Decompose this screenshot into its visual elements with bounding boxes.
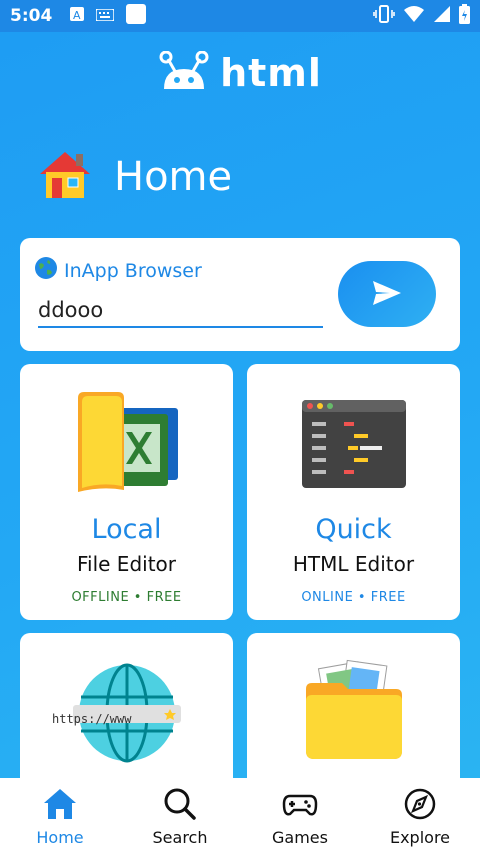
card-tag: ONLINE • FREE	[301, 590, 406, 605]
status-time: 5:04	[10, 6, 53, 26]
image-folder-icon	[302, 659, 406, 769]
square-notification-icon	[126, 3, 147, 29]
house-icon	[38, 150, 92, 204]
compass-icon	[403, 788, 437, 824]
bottom-navigation: Home Search Games Explore	[0, 778, 480, 853]
nav-search[interactable]: Search	[120, 778, 240, 853]
send-button[interactable]	[338, 261, 436, 327]
card-title: Quick	[315, 514, 392, 545]
card-subtitle: File Editor	[76, 552, 176, 576]
nav-home[interactable]: Home	[0, 778, 120, 853]
search-icon	[163, 788, 197, 824]
code-editor-icon	[301, 400, 406, 510]
nav-explore[interactable]: Explore	[360, 778, 480, 853]
vibrate-icon	[373, 4, 395, 28]
signal-icon	[433, 5, 451, 28]
status-right-icons	[373, 3, 470, 29]
gallery-folder-card[interactable]	[247, 633, 460, 793]
robot-logo-icon	[158, 50, 210, 95]
url-art-text: https://www	[52, 712, 132, 726]
battery-icon	[459, 3, 470, 29]
gamepad-icon	[282, 788, 318, 824]
folder-excel-icon	[72, 390, 182, 500]
nav-games[interactable]: Games	[240, 778, 360, 853]
card-tag: OFFLINE • FREE	[71, 590, 182, 605]
brand-name: html	[220, 51, 322, 95]
page-title: Home	[114, 154, 233, 200]
app-notification-icon: A	[70, 6, 85, 26]
send-icon	[372, 280, 402, 309]
web-browser-card[interactable]: https://www	[20, 633, 233, 793]
nav-label: Search	[152, 828, 208, 847]
card-title: Local	[91, 514, 162, 545]
card-subtitle: HTML Editor	[292, 552, 415, 576]
browser-label: InApp Browser	[64, 259, 202, 282]
quick-html-editor-card[interactable]: Quick HTML Editor ONLINE • FREE	[247, 364, 460, 620]
svg-text:A: A	[73, 9, 81, 21]
app-brand: html	[0, 48, 480, 98]
nav-label: Home	[36, 828, 84, 847]
nav-label: Games	[272, 828, 328, 847]
home-icon	[43, 788, 77, 824]
inapp-browser-card: InApp Browser	[20, 238, 460, 351]
url-input[interactable]	[38, 294, 323, 328]
status-bar: 5:04 A	[0, 0, 480, 32]
nav-label: Explore	[389, 828, 451, 847]
page-heading: Home	[38, 150, 232, 204]
globe-icon	[34, 256, 58, 285]
wifi-icon	[403, 5, 425, 28]
local-file-editor-card[interactable]: Local File Editor OFFLINE • FREE	[20, 364, 233, 620]
keyboard-icon	[95, 6, 116, 26]
browser-label-row: InApp Browser	[34, 256, 202, 285]
